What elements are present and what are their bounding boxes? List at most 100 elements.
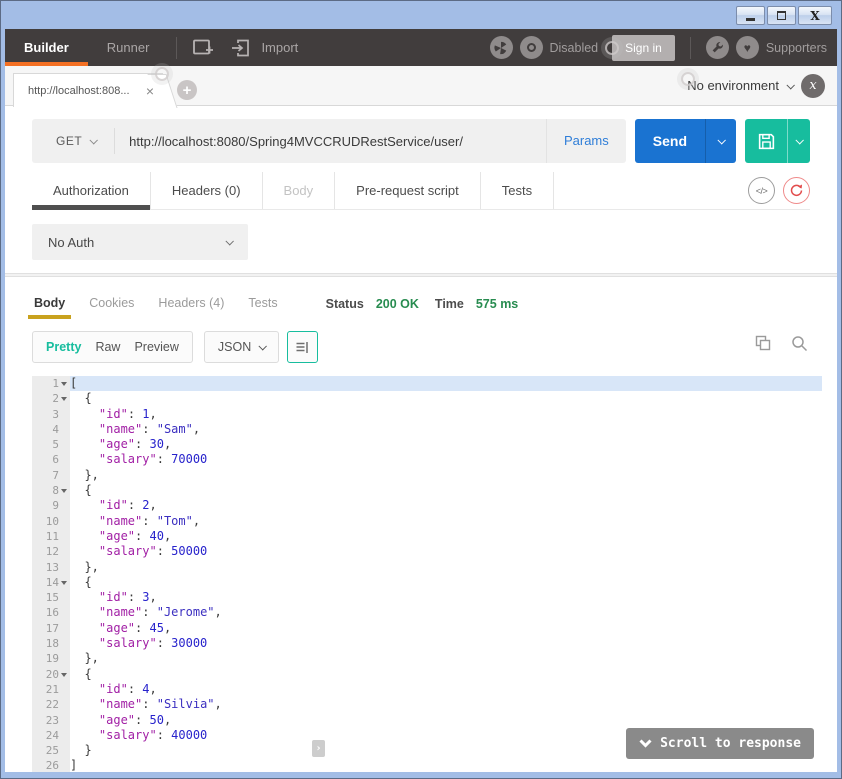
environment-quick-look-icon[interactable]: x — [801, 74, 825, 98]
format-value: JSON — [218, 340, 251, 354]
code-line: ] — [70, 758, 822, 772]
generate-code-icon[interactable]: </> — [748, 177, 775, 204]
request-tab-icons: </> — [748, 177, 810, 204]
code-line: [ — [70, 376, 822, 391]
copy-icon[interactable] — [755, 335, 772, 352]
line-number: 8 — [52, 483, 59, 498]
code-line: "salary": 30000 — [70, 636, 822, 651]
line-number: 1 — [52, 376, 59, 391]
method-dropdown[interactable]: GET — [32, 134, 114, 148]
code-line: "id": 2, — [70, 498, 822, 513]
line-number: 25 — [46, 743, 59, 758]
fold-toggle-icon[interactable] — [59, 391, 69, 406]
chevron-down-icon — [795, 136, 803, 144]
line-number: 7 — [52, 468, 59, 483]
send-options-button[interactable] — [705, 119, 736, 163]
save-options-button[interactable] — [787, 119, 810, 163]
fold-spacer — [59, 422, 69, 437]
maximize-icon — [777, 11, 786, 20]
search-icon[interactable] — [791, 335, 808, 352]
tab-authorization[interactable]: Authorization — [32, 172, 151, 209]
wrap-lines-button[interactable] — [287, 331, 318, 363]
maximize-button[interactable] — [767, 6, 796, 25]
request-tab[interactable]: http://localhost:808... × — [13, 73, 163, 107]
response-tab-body[interactable]: Body — [32, 290, 67, 319]
sync-icon[interactable] — [490, 36, 513, 59]
time-label: Time — [435, 297, 464, 311]
request-builder-row: GET http://localhost:8080/Spring4MVCCRUD… — [32, 119, 810, 163]
line-number: 9 — [52, 498, 59, 513]
postman-app: Builder Runner Import Disabled Sign in — [5, 29, 837, 772]
view-pretty-button[interactable]: Pretty — [46, 340, 81, 354]
close-tab-icon[interactable]: × — [146, 84, 154, 98]
new-request-tab-button[interactable]: + — [177, 80, 197, 100]
sync-disabled-icon[interactable] — [520, 36, 543, 59]
response-editor[interactable]: 1234567891011121314151617181920212223242… — [32, 374, 834, 772]
fold-toggle-icon[interactable] — [59, 376, 69, 391]
minimize-button[interactable] — [736, 6, 765, 25]
runner-tab[interactable]: Runner — [88, 29, 169, 66]
supporters-label[interactable]: Supporters — [766, 41, 827, 55]
line-number: 19 — [46, 651, 59, 666]
environment-area: No environment x — [681, 66, 825, 105]
sign-in-button[interactable]: Sign in — [612, 35, 675, 61]
fold-toggle-icon[interactable] — [59, 575, 69, 590]
chevron-down-icon[interactable] — [786, 81, 794, 89]
request-tabbar: http://localhost:808... × + No environme… — [5, 66, 837, 106]
send-button-group: Send — [635, 119, 736, 163]
view-raw-button[interactable]: Raw — [95, 340, 120, 354]
save-button[interactable] — [745, 119, 787, 163]
new-tab-icon[interactable] — [193, 39, 215, 57]
save-button-group — [745, 119, 810, 163]
line-number: 20 — [46, 667, 59, 682]
url-input[interactable]: http://localhost:8080/Spring4MVCCRUDRest… — [115, 134, 546, 149]
tab-body[interactable]: Body — [263, 172, 336, 209]
chevron-down-icon — [225, 237, 233, 245]
response-tab-cookies[interactable]: Cookies — [87, 290, 136, 319]
chevron-down-icon — [639, 739, 652, 748]
fold-spacer — [59, 468, 69, 483]
environment-selector[interactable]: No environment — [687, 78, 779, 93]
tab-pre-request-script[interactable]: Pre-request script — [335, 172, 481, 209]
fold-toggle-icon[interactable] — [59, 483, 69, 498]
window-controls: X — [736, 6, 832, 25]
chevron-down-icon — [90, 136, 98, 144]
chevron-right-scroll-icon[interactable]: › — [312, 740, 325, 757]
scroll-to-response-button[interactable]: Scroll to response — [626, 728, 814, 759]
view-toggle-group: Pretty Raw Preview — [32, 331, 193, 363]
fold-spacer — [59, 713, 69, 728]
status-label: Status — [326, 297, 364, 311]
tab-headers[interactable]: Headers (0) — [151, 172, 263, 209]
code-line: "age": 50, — [70, 713, 822, 728]
hint-ripple-icon — [155, 67, 169, 81]
request-tab-title: http://localhost:808... — [28, 85, 140, 97]
view-preview-button[interactable]: Preview — [134, 340, 178, 354]
response-tab-tests[interactable]: Tests — [246, 290, 279, 319]
params-button[interactable]: Params — [546, 119, 626, 163]
import-icon[interactable] — [231, 39, 251, 57]
authorization-panel: No Auth — [32, 224, 810, 260]
close-button[interactable]: X — [798, 6, 832, 25]
response-tab-headers[interactable]: Headers (4) — [156, 290, 226, 319]
builder-tab[interactable]: Builder — [5, 29, 88, 66]
code-line: { — [70, 667, 822, 682]
tab-tests[interactable]: Tests — [481, 172, 554, 209]
fold-spacer — [59, 560, 69, 575]
heart-icon[interactable]: ♥ — [736, 36, 759, 59]
editor-code: [ { "id": 1, "name": "Sam", "age": 30, "… — [70, 376, 822, 772]
send-button[interactable]: Send — [635, 119, 705, 163]
tools-icon[interactable] — [706, 36, 729, 59]
line-number: 13 — [46, 560, 59, 575]
viewbar-right-icons — [755, 335, 808, 352]
line-number: 5 — [52, 437, 59, 452]
fold-spacer — [59, 605, 69, 620]
import-label[interactable]: Import — [261, 40, 298, 55]
auth-type-dropdown[interactable]: No Auth — [32, 224, 248, 260]
fold-toggle-icon[interactable] — [59, 667, 69, 682]
code-line: "name": "Tom", — [70, 514, 822, 529]
fold-spacer — [59, 697, 69, 712]
reset-icon[interactable] — [783, 177, 810, 204]
sync-status-label: Disabled — [550, 41, 599, 55]
format-dropdown[interactable]: JSON — [204, 331, 279, 363]
code-line: { — [70, 391, 822, 406]
